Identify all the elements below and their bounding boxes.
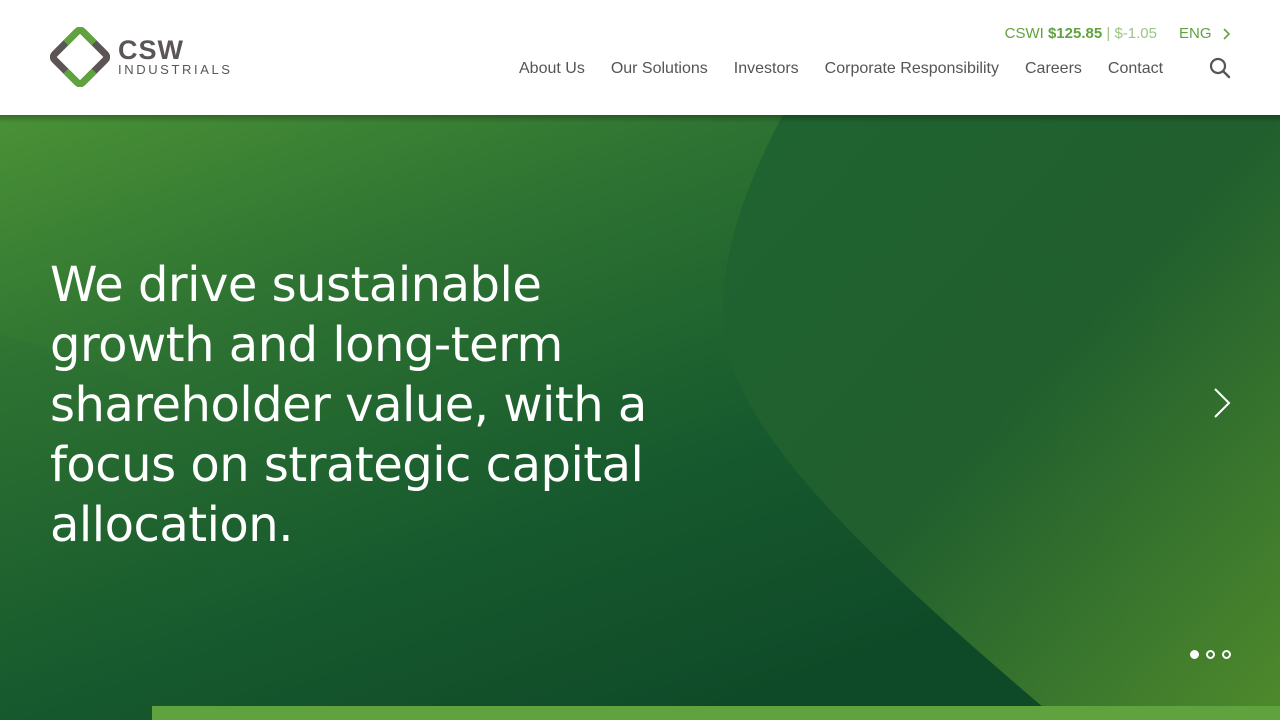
- language-selector[interactable]: ENG: [1179, 25, 1232, 42]
- hero-carousel: We drive sustainable growth and long-ter…: [0, 115, 1280, 720]
- nav-item-careers[interactable]: Careers: [1025, 59, 1082, 79]
- logo-wordmark: CSW INDUSTRIALS: [118, 34, 233, 77]
- hero-headline: We drive sustainable growth and long-ter…: [50, 257, 647, 553]
- logo-name: CSW: [118, 34, 184, 65]
- stock-ticker[interactable]: CSWI $125.85 | $-1.05: [1005, 25, 1157, 42]
- nav-item-investors[interactable]: Investors: [734, 59, 799, 79]
- logo-mark-icon: [50, 27, 110, 87]
- ticker-price: $125.85: [1047, 25, 1103, 42]
- nav-item-about-us[interactable]: About Us: [519, 59, 585, 79]
- nav-item-corporate-responsibility[interactable]: Corporate Responsibility: [825, 59, 999, 79]
- nav-item-our-solutions[interactable]: Our Solutions: [611, 59, 708, 79]
- ticker-separator: |: [1106, 25, 1111, 42]
- hero-accent-bar: [152, 706, 1280, 720]
- chevron-right-icon[interactable]: [1210, 386, 1234, 420]
- carousel-dot-1[interactable]: [1190, 650, 1199, 659]
- header-shadow: [0, 115, 1280, 123]
- language-label: ENG: [1179, 25, 1212, 42]
- carousel-dot-3[interactable]: [1222, 650, 1231, 659]
- carousel-dot-2[interactable]: [1206, 650, 1215, 659]
- logo-subtitle: INDUSTRIALS: [118, 61, 233, 77]
- nav-item-contact[interactable]: Contact: [1108, 59, 1163, 79]
- ticker-symbol: CSWI: [1004, 25, 1044, 42]
- chevron-right-icon: [1222, 27, 1230, 40]
- main-nav: About Us Our Solutions Investors Corpora…: [519, 59, 1163, 79]
- search-icon[interactable]: [1209, 57, 1231, 79]
- carousel-pagination: [1190, 650, 1231, 659]
- csw-logo[interactable]: CSW INDUSTRIALS: [50, 27, 245, 87]
- ticker-change: $-1.05: [1114, 25, 1157, 42]
- site-header: CSW INDUSTRIALS CSWI $125.85 | $-1.05 EN…: [0, 0, 1280, 115]
